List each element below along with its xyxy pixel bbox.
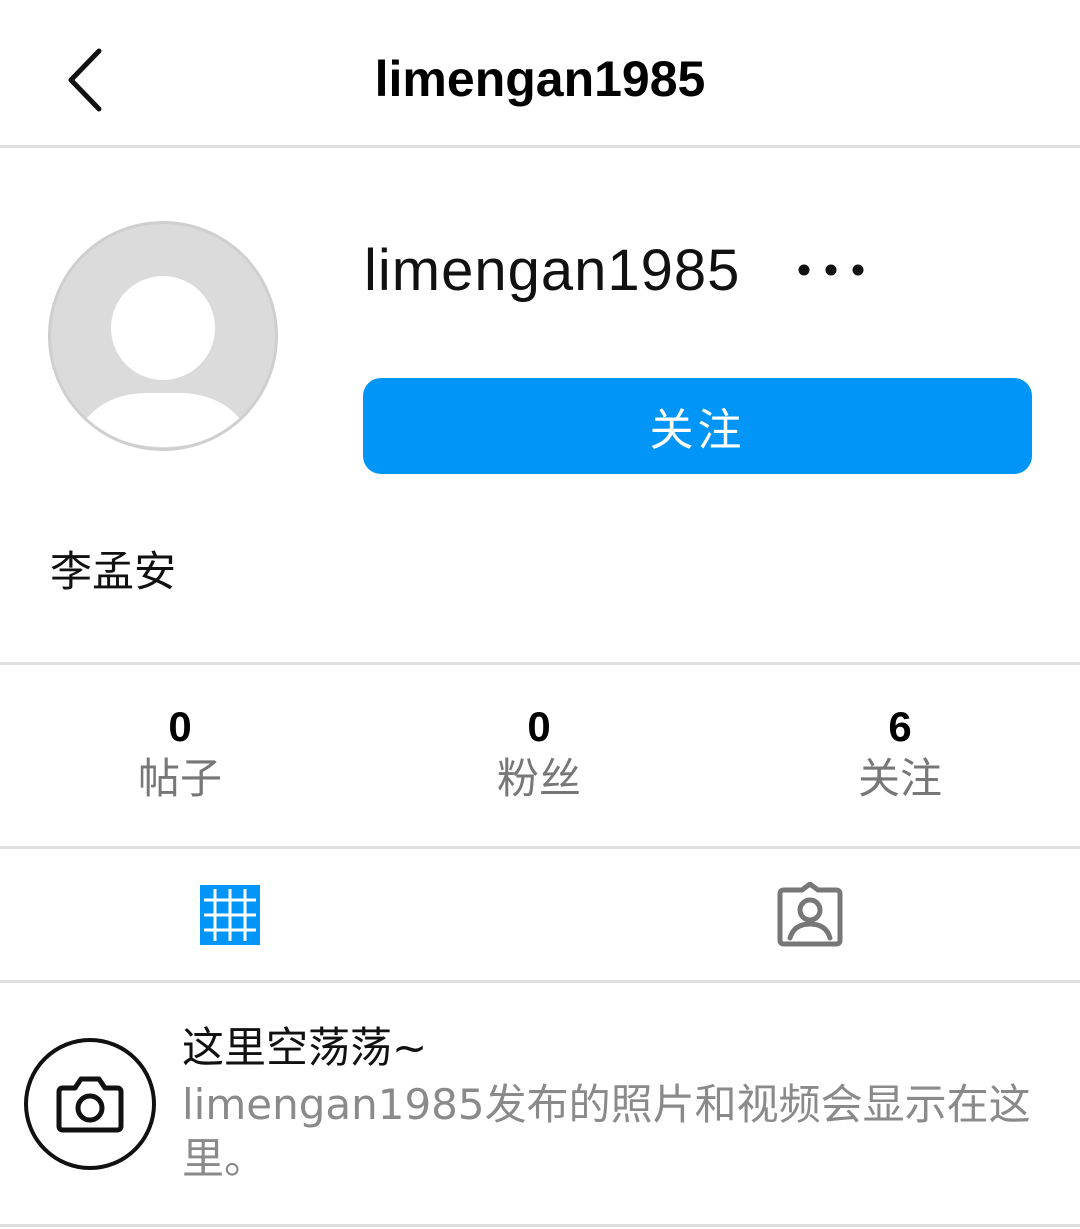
camera-icon <box>56 1076 124 1133</box>
more-options-button[interactable] <box>790 245 872 295</box>
display-name: 李孟安 <box>50 547 177 596</box>
default-avatar-icon <box>86 276 240 447</box>
profile-username: limengan1985 <box>364 238 741 303</box>
stat-posts-value: 0 <box>168 703 192 750</box>
divider <box>0 1224 1080 1227</box>
empty-state-description: limengan1985发布的照片和视频会显示在这里。 <box>182 1080 1031 1183</box>
stat-posts-label: 帖子 <box>137 754 222 803</box>
stat-posts[interactable]: 0 帖子 <box>30 700 330 804</box>
follow-button[interactable]: 关注 <box>363 378 1032 474</box>
tab-tagged[interactable] <box>540 850 1080 980</box>
divider <box>0 846 1080 849</box>
stat-following-label: 关注 <box>857 754 942 803</box>
tagged-person-icon <box>777 882 843 947</box>
stat-following[interactable]: 6 关注 <box>750 700 1050 804</box>
grid-icon <box>200 885 260 945</box>
more-horizontal-icon <box>798 264 864 276</box>
page-title: limengan1985 <box>374 51 706 107</box>
divider <box>0 980 1080 983</box>
tab-posts-grid[interactable] <box>0 850 540 980</box>
stat-following-value: 6 <box>888 703 912 750</box>
stat-followers-value: 0 <box>527 703 551 750</box>
divider <box>0 662 1080 665</box>
empty-state-title: 这里空荡荡~ <box>182 1023 428 1072</box>
empty-state-camera <box>24 1038 156 1170</box>
avatar[interactable] <box>48 221 278 451</box>
top-bar: limengan1985 <box>0 0 1080 148</box>
stat-followers-label: 粉丝 <box>496 754 581 803</box>
stat-followers[interactable]: 0 粉丝 <box>389 700 689 804</box>
